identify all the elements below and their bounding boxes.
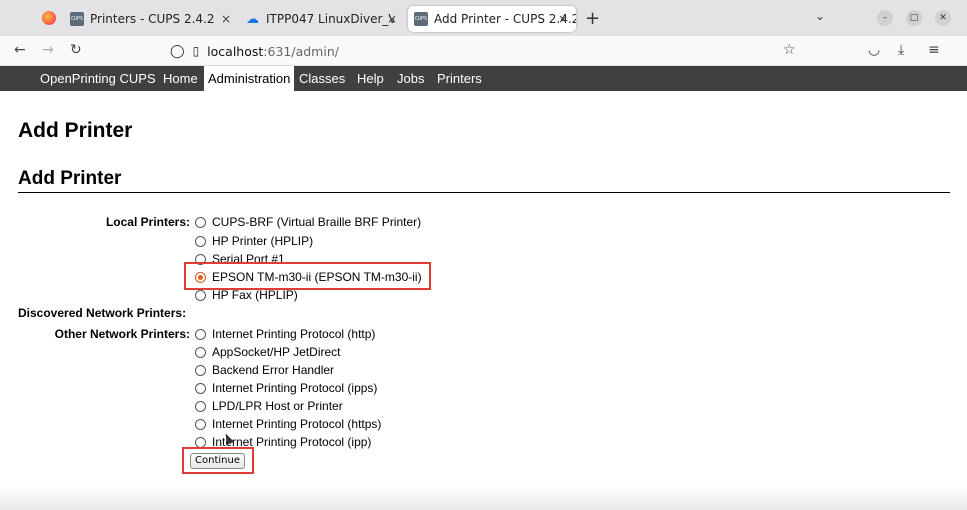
radio-icon[interactable] (195, 235, 206, 247)
radio-icon[interactable] (195, 216, 206, 228)
radio-ipp-https[interactable]: Internet Printing Protocol (https) (195, 417, 381, 431)
footer-shade (0, 486, 967, 510)
cloud-favicon-icon: ☁ (246, 12, 259, 27)
window-close-icon[interactable]: ✕ (935, 10, 951, 26)
back-arrow-icon[interactable]: ← (14, 42, 26, 58)
forward-arrow-icon[interactable]: → (42, 42, 54, 58)
bookmark-star-icon[interactable]: ☆ (783, 42, 796, 58)
page-icon: ▯ (192, 44, 200, 58)
radio-icon[interactable] (195, 289, 206, 301)
divider (18, 192, 950, 193)
nav-home[interactable]: Home (159, 66, 202, 91)
close-icon[interactable]: × (558, 12, 568, 26)
close-icon[interactable]: × (387, 12, 397, 26)
download-icon[interactable]: ⤓ (898, 42, 904, 58)
firefox-icon (42, 11, 56, 25)
radio-icon[interactable] (195, 382, 206, 394)
radio-appsocket[interactable]: AppSocket/HP JetDirect (195, 345, 341, 359)
selection-highlight (184, 262, 431, 290)
tab-title: Printers - CUPS 2.4.2 (90, 12, 215, 26)
section-title: Add Printer (18, 168, 122, 189)
radio-cups-brf[interactable]: CUPS-BRF (Virtual Braille BRF Printer) (195, 215, 421, 229)
nav-jobs[interactable]: Jobs (393, 66, 428, 91)
other-printers-label: Other Network Printers: (54, 327, 190, 341)
cups-favicon-icon: CUPS (70, 12, 84, 26)
radio-icon[interactable] (195, 328, 206, 340)
shield-icon: ◯ (170, 43, 185, 59)
tab-printers[interactable]: CUPS Printers - CUPS 2.4.2 × (64, 6, 239, 32)
browser-tab-bar: CUPS Printers - CUPS 2.4.2 × ☁ ITPP047 L… (0, 0, 967, 36)
radio-icon[interactable] (195, 346, 206, 358)
radio-lpd[interactable]: LPD/LPR Host or Printer (195, 399, 343, 413)
cups-nav-bar: OpenPrinting CUPS Home Administration Cl… (0, 66, 967, 91)
radio-ipp-http[interactable]: Internet Printing Protocol (http) (195, 327, 375, 341)
radio-ipp-ipps[interactable]: Internet Printing Protocol (ipps) (195, 381, 377, 395)
url-host: localhost (207, 43, 264, 59)
discovered-printers-label: Discovered Network Printers: (18, 306, 187, 320)
chevron-down-icon[interactable]: ⌄ (815, 9, 825, 23)
menu-icon[interactable]: ≡ (928, 42, 940, 58)
page-content: Add Printer Add Printer Local Printers: … (0, 91, 967, 510)
radio-icon[interactable] (195, 418, 206, 430)
nav-openprinting-cups[interactable]: OpenPrinting CUPS (36, 66, 160, 91)
nav-printers[interactable]: Printers (433, 66, 486, 91)
tab-title: ITPP047 LinuxDiver_V1.6 (266, 12, 394, 26)
maximize-icon[interactable]: □ (906, 10, 922, 26)
nav-help[interactable]: Help (353, 66, 388, 91)
nav-classes[interactable]: Classes (295, 66, 349, 91)
radio-hp-printer[interactable]: HP Printer (HPLIP) (195, 234, 313, 248)
minimize-icon[interactable]: – (877, 10, 893, 26)
continue-highlight (182, 447, 254, 474)
local-printers-label: Local Printers: (105, 215, 190, 229)
cups-favicon-icon: CUPS (414, 12, 428, 26)
radio-icon[interactable] (195, 436, 206, 448)
pocket-icon[interactable]: ◡ (868, 42, 880, 58)
url-bar[interactable]: ◯ ▯ localhost :631/admin/ (160, 39, 808, 63)
url-path: :631/admin/ (263, 43, 339, 59)
new-tab-button[interactable]: + (585, 8, 600, 29)
page-title: Add Printer (18, 119, 133, 142)
tab-title: Add Printer - CUPS 2.4.2 (434, 12, 576, 26)
nav-administration[interactable]: Administration (204, 66, 295, 91)
tab-itpp047[interactable]: ☁ ITPP047 LinuxDiver_V1.6 × (240, 6, 405, 32)
tab-add-printer[interactable]: CUPS Add Printer - CUPS 2.4.2 × (408, 6, 576, 32)
radio-hp-fax[interactable]: HP Fax (HPLIP) (195, 288, 298, 302)
close-icon[interactable]: × (221, 12, 231, 26)
radio-icon[interactable] (195, 364, 206, 376)
browser-nav-bar: ← → ↻ ◯ ▯ localhost :631/admin/ ☆ ◡ ⤓ ≡ (0, 36, 967, 66)
radio-icon[interactable] (195, 400, 206, 412)
radio-backend-error[interactable]: Backend Error Handler (195, 363, 334, 377)
reload-icon[interactable]: ↻ (70, 42, 82, 58)
